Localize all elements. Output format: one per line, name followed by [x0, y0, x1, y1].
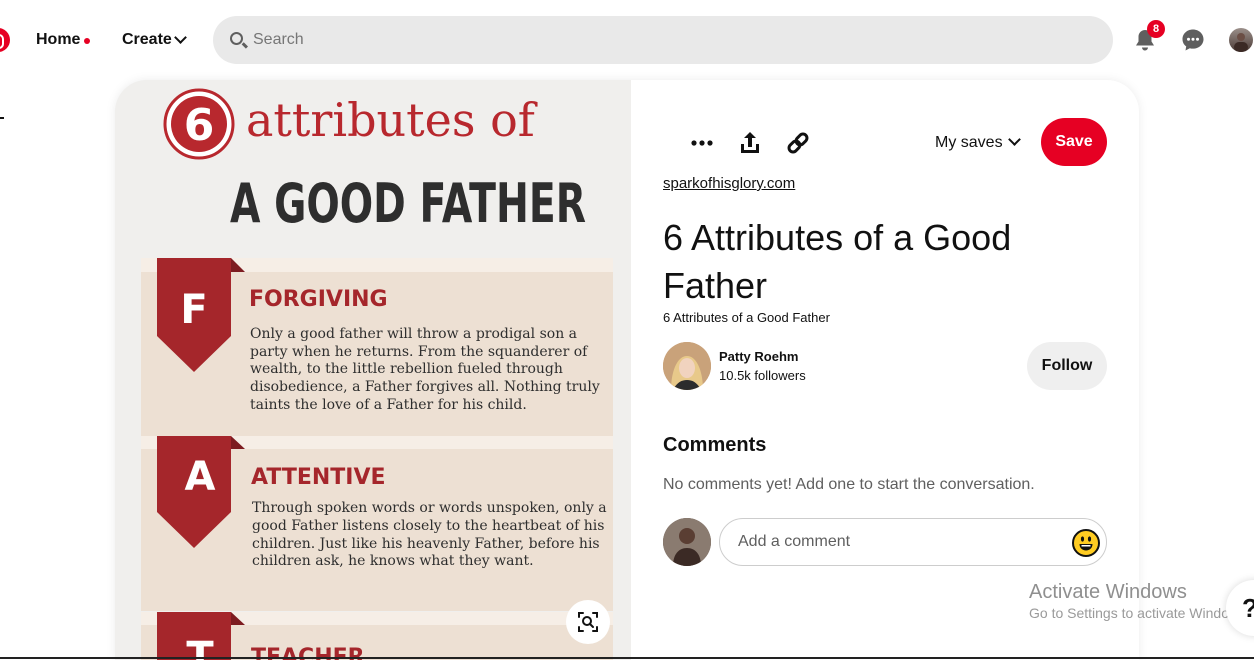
- notification-count-badge: 8: [1147, 20, 1165, 38]
- current-user-avatar: [663, 518, 711, 566]
- nav-create-menu[interactable]: Create: [122, 31, 172, 49]
- creator-name[interactable]: Patty Roehm: [719, 349, 798, 364]
- lens-search-icon: [578, 612, 598, 632]
- follow-button[interactable]: Follow: [1027, 342, 1107, 390]
- messages-icon[interactable]: [1181, 28, 1205, 52]
- board-picker[interactable]: My saves: [935, 134, 1003, 152]
- infographic-title-top: attributes of: [246, 93, 538, 147]
- top-nav-bar: Home Create 8: [0, 0, 1254, 80]
- creator-followers: 10.5k followers: [719, 368, 806, 383]
- search-icon: [230, 32, 243, 45]
- more-options-icon[interactable]: [684, 125, 720, 161]
- section-text-line: good Father listens closely to the heart…: [252, 518, 604, 534]
- home-notification-dot: [84, 38, 90, 44]
- chevron-down-icon[interactable]: [1008, 133, 1021, 146]
- section-text-line: disobedience, a Father forgives all. Not…: [250, 379, 600, 395]
- pin-title: 6 Attributes of a Good Father: [663, 217, 1012, 306]
- side-marker: [0, 117, 4, 119]
- comments-heading[interactable]: Comments: [663, 434, 766, 457]
- copy-link-icon[interactable]: [780, 125, 816, 161]
- save-button[interactable]: Save: [1041, 118, 1107, 166]
- section-text-line: taints the love of a Father for his chil…: [250, 397, 527, 413]
- infographic-title-number: 6: [184, 100, 215, 151]
- section-text-line: wealth, to the little rebellion fueled t…: [250, 361, 563, 377]
- comment-box[interactable]: [719, 518, 1107, 566]
- windows-activation-subtitle: Go to Settings to activate Windows.: [1029, 605, 1250, 621]
- share-icon[interactable]: [732, 125, 768, 161]
- section-text-line: children. Just like his heavenly Father,…: [252, 536, 600, 552]
- section-letter-f: F: [180, 287, 207, 333]
- windows-activation-title: Activate Windows: [1029, 581, 1187, 603]
- visual-search-button[interactable]: [566, 600, 610, 644]
- creator-avatar[interactable]: [663, 342, 711, 390]
- pin-description: 6 Attributes of a Good Father: [663, 310, 830, 325]
- section-heading-attentive: ATTENTIVE: [251, 465, 386, 490]
- section-text-line: party when he returns. From the squander…: [250, 344, 589, 360]
- search-bar[interactable]: [213, 16, 1113, 64]
- source-link[interactable]: sparkofhisglory.com: [663, 175, 795, 192]
- search-input[interactable]: [253, 16, 1093, 64]
- help-button[interactable]: ?: [1226, 580, 1254, 636]
- section-text-line: Through spoken words or words unspoken, …: [252, 500, 607, 516]
- section-text-line: Only a good father will throw a prodigal…: [250, 326, 577, 342]
- pin-image[interactable]: 6 attributes of A GOOD FATHER F FORGIVIN…: [115, 80, 631, 660]
- chevron-down-icon[interactable]: [174, 31, 187, 44]
- nav-home-link[interactable]: Home: [36, 31, 80, 49]
- user-avatar[interactable]: [1229, 28, 1253, 52]
- infographic-title-bottom: A GOOD FATHER: [230, 172, 586, 235]
- pin-details-panel: My saves Save sparkofhisglory.com 6 Attr…: [631, 80, 1139, 660]
- section-letter-a: A: [185, 454, 216, 500]
- section-text-line: children ask, he knows what they want.: [252, 553, 534, 569]
- pinterest-logo-icon[interactable]: [0, 28, 10, 52]
- comment-input[interactable]: [738, 519, 1058, 565]
- no-comments-text: No comments yet! Add one to start the co…: [663, 476, 1035, 493]
- section-heading-forgiving: FORGIVING: [249, 287, 388, 312]
- emoji-picker-icon[interactable]: [1072, 529, 1100, 557]
- pin-closeup-card: 6 attributes of A GOOD FATHER F FORGIVIN…: [115, 80, 1139, 660]
